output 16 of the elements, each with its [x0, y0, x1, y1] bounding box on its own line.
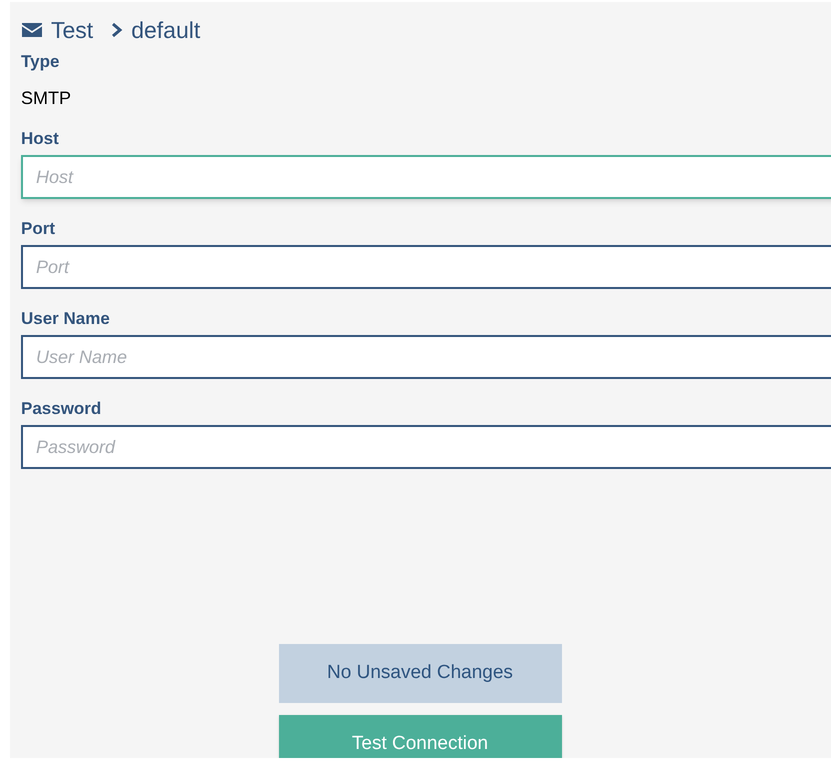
field-label: Host	[21, 128, 59, 150]
input-field[interactable]: Host	[21, 155, 831, 199]
field-label: Password	[21, 398, 102, 420]
chevron-right-icon	[111, 22, 124, 38]
breadcrumb-link[interactable]: Test	[51, 12, 94, 48]
save-status-button[interactable]: No Unsaved Changes	[278, 644, 562, 703]
input-field[interactable]: Password	[21, 425, 831, 469]
input-field[interactable]: User Name	[21, 335, 831, 379]
envelope-icon	[21, 22, 43, 38]
field-label: Type	[21, 51, 60, 73]
field-label: Port	[21, 218, 55, 240]
test-connection-button[interactable]: Test Connection	[278, 715, 562, 758]
field-label: User Name	[21, 308, 110, 330]
type-value: SMTP	[21, 87, 72, 109]
breadcrumb-current: default	[131, 16, 200, 45]
input-field[interactable]: Port	[21, 245, 831, 289]
